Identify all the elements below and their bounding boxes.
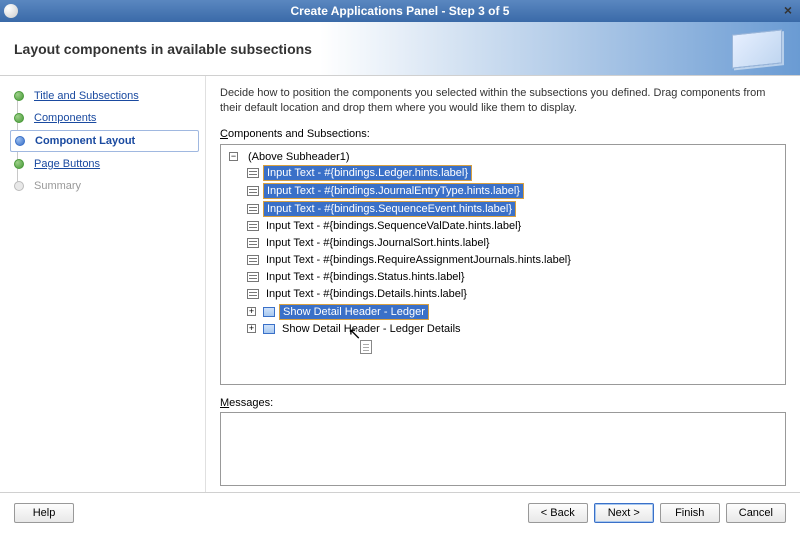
tree-node-label: Input Text - #{bindings.Ledger.hints.lab… — [263, 165, 472, 181]
next-button[interactable]: Next > — [594, 503, 654, 523]
input-text-icon — [247, 289, 259, 299]
tree-node[interactable]: Input Text - #{bindings.JournalSort.hint… — [247, 235, 781, 252]
tree-root-label: (Above Subheader1) — [245, 150, 353, 164]
tree-node-label: Input Text - #{bindings.JournalSort.hint… — [263, 236, 493, 250]
tree-node[interactable]: Input Text - #{bindings.Status.hints.lab… — [247, 269, 781, 286]
step-dot-icon — [14, 159, 24, 169]
banner-art-icon — [732, 29, 782, 68]
input-text-icon — [247, 186, 259, 196]
expand-icon[interactable]: + — [247, 307, 256, 316]
components-tree[interactable]: − (Above Subheader1) Input Text - #{bind… — [220, 144, 786, 385]
main-area: Title and Subsections Components Component… — [0, 76, 800, 492]
tree-root[interactable]: − (Above Subheader1) Input Text - #{bind… — [229, 149, 781, 338]
wizard-step-2[interactable]: Component Layout — [10, 130, 199, 152]
tree-node-label: Input Text - #{bindings.Details.hints.la… — [263, 287, 470, 301]
wizard-step-3[interactable]: Page Buttons — [10, 154, 199, 174]
messages-label: Messages: — [220, 397, 786, 409]
tree-node[interactable]: Input Text - #{bindings.SequenceValDate.… — [247, 218, 781, 235]
step-label[interactable]: Title and Subsections — [34, 90, 139, 102]
step-label[interactable]: Page Buttons — [34, 158, 100, 170]
input-text-icon — [247, 238, 259, 248]
tree-node[interactable]: Input Text - #{bindings.RequireAssignmen… — [247, 252, 781, 269]
detail-header-icon — [263, 307, 275, 317]
tree-node[interactable]: Input Text - #{bindings.JournalEntryType… — [247, 182, 781, 200]
cancel-button[interactable]: Cancel — [726, 503, 786, 523]
title-bar: Create Applications Panel - Step 3 of 5 … — [0, 0, 800, 22]
detail-header-icon — [263, 324, 275, 334]
step-dot-icon — [14, 113, 24, 123]
input-text-icon — [247, 168, 259, 178]
step-label[interactable]: Components — [34, 112, 96, 124]
step-dot-icon — [15, 136, 25, 146]
tree-label: Components and Subsections: — [220, 128, 786, 140]
help-button[interactable]: Help — [14, 503, 74, 523]
wizard-sidebar: Title and Subsections Components Component… — [0, 76, 206, 492]
wizard-step-4: Summary — [10, 176, 199, 196]
tree-node-label: Input Text - #{bindings.RequireAssignmen… — [263, 253, 574, 267]
input-text-icon — [247, 204, 259, 214]
step-dot-icon — [14, 91, 24, 101]
input-text-icon — [247, 272, 259, 282]
tree-node-label: Show Detail Header - Ledger — [279, 304, 429, 320]
back-button[interactable]: < Back — [528, 503, 588, 523]
expand-icon[interactable]: + — [247, 324, 256, 333]
tree-node-label: Input Text - #{bindings.SequenceEvent.hi… — [263, 201, 516, 217]
tree-node-label: Input Text - #{bindings.Status.hints.lab… — [263, 270, 468, 284]
step-label: Summary — [34, 180, 81, 192]
window-title: Create Applications Panel - Step 3 of 5 — [291, 4, 510, 18]
step-label: Component Layout — [35, 135, 135, 147]
close-icon[interactable]: × — [780, 2, 796, 18]
tree-node[interactable]: Input Text - #{bindings.SequenceEvent.hi… — [247, 200, 781, 218]
tree-node[interactable]: + Show Detail Header - Ledger Details — [247, 321, 781, 337]
input-text-icon — [247, 221, 259, 231]
collapse-icon[interactable]: − — [229, 152, 238, 161]
tree-node-label: Input Text - #{bindings.SequenceValDate.… — [263, 219, 524, 233]
wizard-step-0[interactable]: Title and Subsections — [10, 86, 199, 106]
tree-node[interactable]: Input Text - #{bindings.Ledger.hints.lab… — [247, 164, 781, 182]
finish-button[interactable]: Finish — [660, 503, 720, 523]
tree-node-label: Input Text - #{bindings.JournalEntryType… — [263, 183, 524, 199]
tree-node[interactable]: + Show Detail Header - Ledger — [247, 303, 781, 321]
messages-box[interactable] — [220, 412, 786, 486]
banner-title: Layout components in available subsectio… — [14, 41, 312, 57]
step-list: Title and Subsections Components Component… — [10, 86, 199, 196]
step-dot-icon — [14, 181, 24, 191]
tree-node-label: Show Detail Header - Ledger Details — [279, 322, 464, 336]
wizard-banner: Layout components in available subsectio… — [0, 22, 800, 76]
wizard-step-1[interactable]: Components — [10, 108, 199, 128]
tree-node[interactable]: Input Text - #{bindings.Details.hints.la… — [247, 286, 781, 303]
footer-bar: Help < Back Next > Finish Cancel — [0, 492, 800, 532]
instruction-text: Decide how to position the components yo… — [220, 86, 786, 116]
content-area: Decide how to position the components yo… — [206, 76, 800, 492]
input-text-icon — [247, 255, 259, 265]
app-icon — [4, 4, 18, 18]
